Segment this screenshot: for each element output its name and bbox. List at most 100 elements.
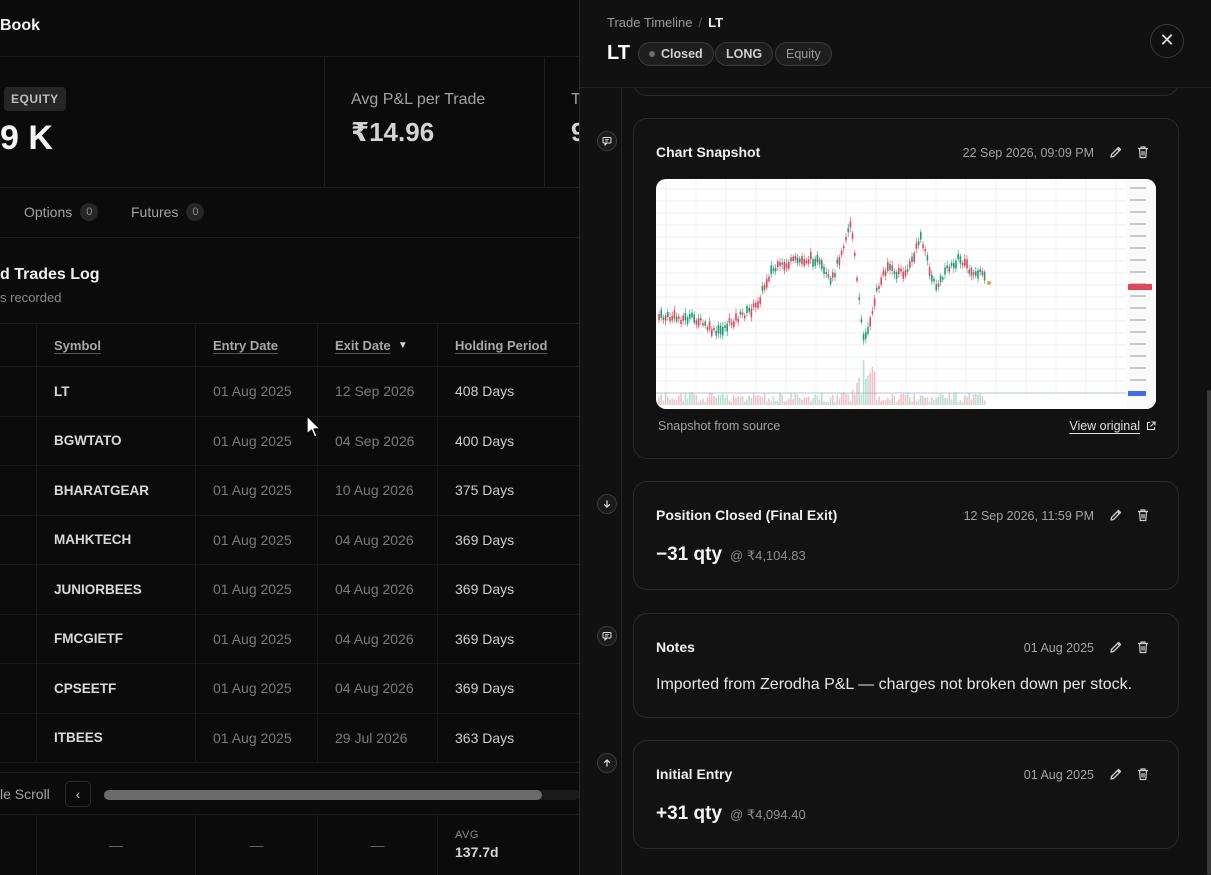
candle-body — [843, 246, 845, 249]
chart-snapshot-image[interactable] — [656, 179, 1156, 409]
volume-bar — [950, 399, 953, 405]
vertical-scrollbar[interactable] — [1207, 390, 1211, 875]
candle-body — [871, 311, 874, 314]
volume-bar — [675, 399, 678, 405]
volume-bar — [719, 394, 722, 405]
view-original-link[interactable]: View original — [1069, 419, 1156, 433]
exit-date-cell: 04 Aug 2026 — [317, 565, 437, 614]
volume-bar — [697, 401, 700, 405]
candle-body — [682, 315, 684, 321]
candle-body — [662, 317, 665, 320]
candle-body — [858, 297, 860, 300]
candle-body — [671, 316, 673, 321]
volume-bar — [843, 392, 845, 405]
candle-body — [785, 263, 788, 269]
table-row[interactable]: FMCGIETF 01 Aug 2025 04 Aug 2026 369 Days — [0, 614, 580, 664]
volume-bar — [981, 396, 984, 405]
edit-icon[interactable] — [1108, 144, 1124, 160]
volume-bar — [840, 392, 843, 405]
candle-body — [704, 321, 706, 326]
page-title: Book — [0, 17, 40, 34]
edit-icon[interactable] — [1108, 507, 1124, 523]
candle-body — [752, 303, 755, 307]
table-row[interactable]: CPSEETF 01 Aug 2025 04 Aug 2026 369 Days — [0, 664, 580, 714]
header-cell-blank — [0, 324, 36, 366]
column-header-exit-date[interactable]: Exit Date ▼ — [317, 324, 437, 366]
candle-body — [977, 270, 979, 279]
chart-price-tick — [1130, 211, 1146, 213]
delete-icon[interactable] — [1135, 144, 1151, 160]
candle-body — [878, 286, 880, 289]
candle-body — [713, 327, 715, 331]
volume-bar — [792, 398, 794, 405]
avg-label: AVG — [455, 829, 479, 841]
table-row[interactable]: MAHKTECH 01 Aug 2025 04 Aug 2026 369 Days — [0, 515, 580, 565]
scroll-track[interactable] — [104, 790, 580, 800]
close-button[interactable]: ✕ — [1150, 24, 1184, 58]
volume-bar — [869, 372, 871, 405]
delete-icon[interactable] — [1135, 507, 1151, 523]
chart-price-scale — [1126, 179, 1156, 409]
edit-icon[interactable] — [1108, 766, 1124, 782]
breadcrumb-root[interactable]: Trade Timeline — [607, 15, 693, 30]
candle-body — [691, 312, 693, 318]
column-header-holding-period[interactable]: Holding Period — [437, 324, 580, 366]
volume-bar — [695, 395, 698, 405]
timeline-card-position-closed: Position Closed (Final Exit) 12 Sep 2026… — [633, 481, 1179, 590]
candle-body — [781, 262, 783, 265]
volume-bar — [755, 395, 757, 405]
table-row[interactable]: BHARATGEAR 01 Aug 2025 10 Aug 2026 375 Days — [0, 466, 580, 516]
candle-body — [697, 318, 700, 327]
volume-bar — [836, 394, 838, 405]
candle-body — [779, 262, 781, 267]
volume-bar — [983, 400, 986, 405]
volume-bar — [847, 394, 849, 405]
candle-body — [847, 228, 849, 233]
symbol-cell: CPSEETF — [36, 664, 195, 713]
table-row[interactable]: ITBEES 01 Aug 2025 29 Jul 2026 363 Days — [0, 713, 580, 763]
volume-bar — [887, 397, 889, 405]
candle-body — [884, 271, 887, 276]
tab-futures[interactable]: Futures 0 — [131, 203, 205, 221]
delete-icon[interactable] — [1135, 639, 1151, 655]
column-header-symbol[interactable]: Symbol — [36, 324, 195, 366]
tab-options[interactable]: Options 0 — [24, 203, 99, 221]
volume-bar — [878, 396, 880, 405]
volume-bar — [704, 401, 706, 405]
table-row[interactable]: LT 01 Aug 2025 12 Sep 2026 408 Days — [0, 367, 580, 417]
candle-body — [708, 321, 711, 329]
scroll-thumb[interactable] — [104, 790, 542, 800]
volume-bar — [739, 396, 742, 405]
exit-date-cell: 04 Sep 2026 — [317, 416, 437, 465]
candle-body — [825, 272, 827, 275]
timeline-card-initial-entry: Initial Entry 01 Aug 2025 +31 qty @ ₹4,0… — [633, 740, 1179, 849]
volume-bar — [935, 397, 937, 405]
table-row[interactable]: JUNIORBEES 01 Aug 2025 04 Aug 2026 369 Days — [0, 565, 580, 615]
candle-body — [959, 256, 962, 264]
stat-card-avg-pnl: Avg P&L per Trade ₹14.96 — [325, 57, 545, 188]
volume-bar — [865, 378, 867, 405]
exit-date-cell: 29 Jul 2026 — [317, 713, 437, 762]
candle-body — [904, 270, 907, 277]
candle-body — [794, 255, 797, 261]
app-root: Book EQUITY 9 K Avg P&L per Trade ₹14.96… — [0, 0, 1211, 875]
candle-body — [900, 268, 902, 272]
volume-bar — [900, 394, 902, 405]
volume-bar — [774, 401, 777, 405]
volume-bar — [873, 371, 876, 405]
volume-bar — [680, 393, 682, 405]
volume-bar — [662, 400, 665, 405]
exit-date-cell: 04 Aug 2026 — [317, 614, 437, 663]
volume-bar — [977, 394, 979, 405]
delete-icon[interactable] — [1135, 766, 1151, 782]
volume-bar — [671, 398, 673, 405]
volume-bar — [860, 394, 863, 405]
candle-body — [953, 262, 955, 269]
edit-icon[interactable] — [1108, 639, 1124, 655]
volume-bar — [970, 399, 973, 405]
holding-period-cell: 369 Days — [437, 515, 580, 564]
table-row[interactable]: BGWTATO 01 Aug 2025 04 Sep 2026 400 Days — [0, 416, 580, 466]
column-header-entry-date[interactable]: Entry Date — [195, 324, 317, 366]
volume-bar — [898, 399, 900, 405]
scroll-left-button[interactable]: ‹ — [65, 781, 91, 807]
